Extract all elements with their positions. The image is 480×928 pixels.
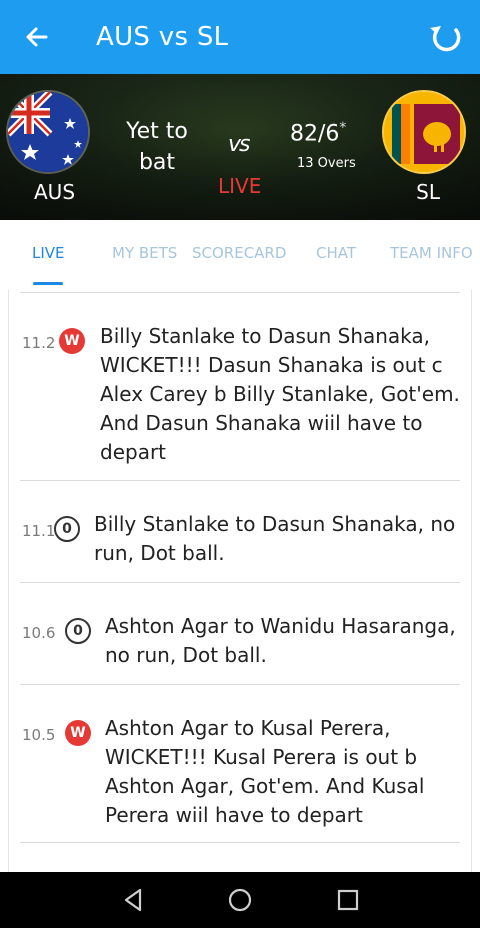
tab-team-info[interactable]: TEAM INFO — [390, 244, 473, 262]
vs-label: vs — [228, 132, 251, 157]
over-number: 10.5 — [22, 726, 56, 744]
over-number: 10.6 — [22, 624, 56, 642]
page-title: AUS vs SL — [96, 22, 229, 52]
system-nav-bar — [0, 872, 480, 928]
commentary-text: Ashton Agar to Kusal Perera, WICKET!!! K… — [105, 716, 425, 827]
active-tab-indicator — [33, 282, 63, 285]
over-number: 11.1 — [22, 522, 56, 540]
sri-lanka-flag-icon — [382, 90, 466, 174]
commentary-text: Billy Stanlake to Dasun Shanaka, WICKET!… — [100, 324, 460, 464]
refresh-icon[interactable] — [426, 18, 466, 58]
wicket-badge-icon: W — [59, 328, 85, 354]
match-scoreboard: AUS Yet to bat vs LIVE 82/6* 13 Overs SL — [0, 74, 480, 220]
team2-score: 82/6* — [290, 120, 347, 147]
commentary-feed[interactable]: 11.2 W Billy Stanlake to Dasun Shanaka, … — [0, 290, 480, 872]
square-recents-icon[interactable] — [334, 886, 362, 914]
divider — [20, 292, 460, 293]
wicket-badge-icon: W — [65, 720, 91, 746]
divider — [20, 582, 460, 583]
live-indicator: LIVE — [218, 174, 262, 198]
team1-code: AUS — [34, 180, 76, 204]
dot-ball-badge-icon: 0 — [65, 618, 91, 644]
australia-flag-icon — [6, 90, 90, 174]
tab-chat[interactable]: CHAT — [316, 244, 356, 262]
divider — [20, 480, 460, 481]
tab-my-bets[interactable]: MY BETS — [112, 244, 177, 262]
tab-live[interactable]: LIVE — [32, 244, 65, 262]
arrow-left-icon[interactable] — [22, 22, 52, 52]
over-number: 11.2 — [22, 334, 56, 352]
circle-home-icon[interactable] — [226, 886, 254, 914]
match-tabs: LIVE MY BETS SCORECARD CHAT TEAM INFO — [0, 220, 480, 290]
divider — [20, 684, 460, 685]
team1-status: Yet to bat — [126, 119, 188, 175]
tab-scorecard[interactable]: SCORECARD — [192, 244, 286, 262]
commentary-text: Billy Stanlake to Dasun Shanaka, no run,… — [94, 512, 456, 565]
team2-overs: 13 Overs — [297, 156, 356, 171]
app-bar: AUS vs SL — [0, 0, 480, 74]
divider — [20, 842, 460, 843]
commentary-text: Ashton Agar to Wanidu Hasaranga, no run,… — [105, 614, 456, 667]
triangle-back-icon[interactable] — [120, 886, 148, 914]
team2-code: SL — [416, 180, 440, 204]
dot-ball-badge-icon: 0 — [54, 516, 80, 542]
